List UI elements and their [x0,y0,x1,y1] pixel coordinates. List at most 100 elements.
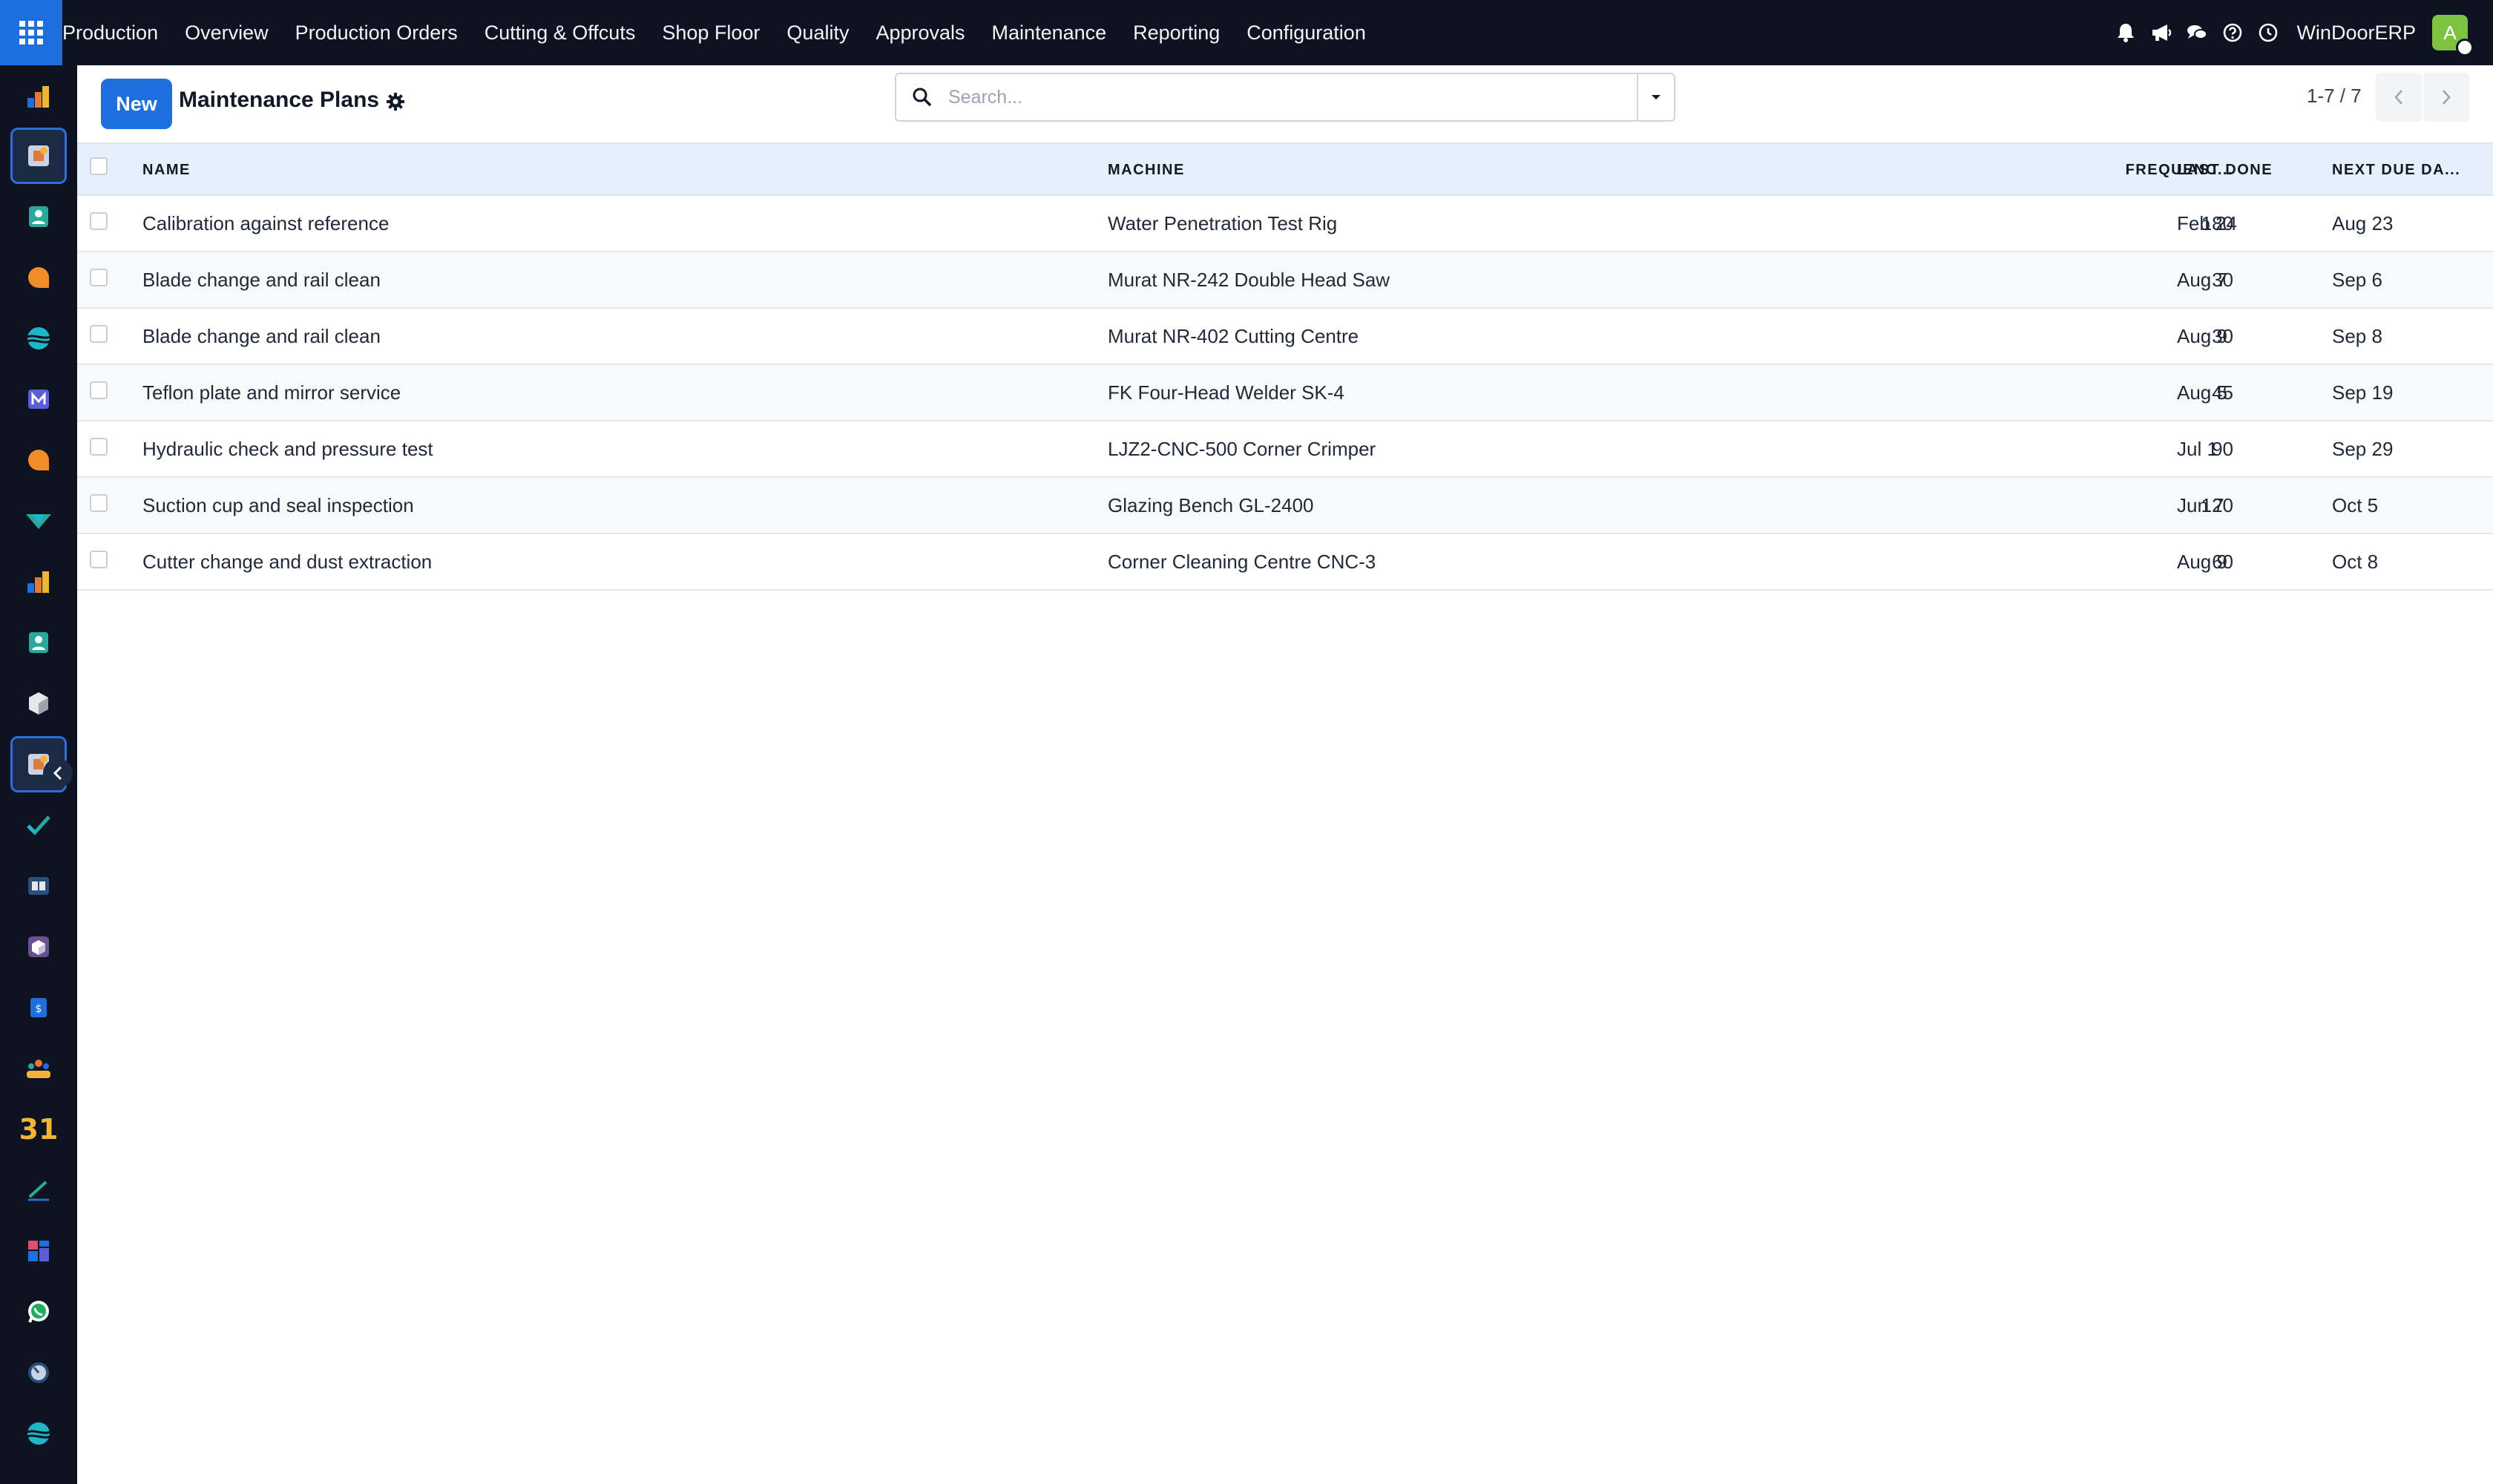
employees-app-icon [29,632,48,653]
knowledge-app-icon [28,877,49,895]
waves-app-icon [27,1422,50,1445]
menu-maintenance[interactable]: Maintenance [979,0,1120,65]
sidebar-app-whatsapp[interactable] [10,1284,67,1340]
cell-machine: LJZ2-CNC-500 Corner Crimper [1108,437,1376,460]
table-row[interactable]: Blade change and rail clean Murat NR-242… [77,252,2493,309]
menu-cutting-offcuts[interactable]: Cutting & Offcuts [471,0,649,65]
search-options-toggle[interactable] [1637,74,1674,120]
menu-approvals[interactable]: Approvals [862,0,978,65]
cell-machine: Murat NR-242 Double Head Saw [1108,268,1390,291]
cell-machine: Murat NR-402 Cutting Centre [1108,324,1359,347]
table-row[interactable]: Suction cup and seal inspection Glazing … [77,478,2493,534]
sidebar-app-tasks[interactable] [10,797,67,853]
caret-down-icon [1652,95,1661,99]
chat-icon[interactable] [2179,0,2215,65]
column-header-next-due-date[interactable]: NEXT DUE DA... [2332,144,2460,196]
search-input[interactable] [948,75,1637,119]
row-checkbox[interactable] [90,325,108,343]
cell-machine: FK Four-Head Welder SK-4 [1108,381,1344,404]
cell-next-due: Sep 29 [2332,437,2394,460]
table-row[interactable]: Hydraulic check and pressure test LJZ2-C… [77,421,2493,478]
menu-configuration[interactable]: Configuration [1233,0,1379,65]
list-table: NAME MACHINE FREQUENC... LAST DONE NEXT … [77,142,2493,591]
sidebar-app-discuss[interactable] [10,249,67,306]
main-menu: Production Overview Production Orders Cu… [62,0,1379,65]
row-checkbox[interactable] [90,551,108,568]
dashboards-app-icon [28,1241,49,1261]
inventory-app-icon [29,692,48,715]
cell-next-due: Oct 8 [2332,550,2379,573]
sidebar-app-calendar[interactable]: 31 [10,1101,67,1158]
cell-next-due: Sep 6 [2332,268,2382,291]
cell-name: Teflon plate and mirror service [142,381,401,404]
new-button[interactable]: New [101,79,172,129]
table-row[interactable]: Blade change and rail clean Murat NR-402… [77,309,2493,365]
cell-last-done: Jun 7 [2177,493,2224,516]
table-row[interactable]: Calibration against reference Water Pene… [77,196,2493,252]
row-checkbox[interactable] [90,438,108,456]
sidebar-app-knowledge[interactable] [10,858,67,914]
bell-icon[interactable] [2108,0,2144,65]
sidebar-app-mail[interactable] [10,371,67,427]
cube-app-icon [28,936,49,957]
table-row[interactable]: Teflon plate and mirror service FK Four-… [77,365,2493,421]
sidebar-app-timer[interactable] [10,1345,67,1401]
sidebar-app-surveys[interactable] [10,310,67,367]
sidebar-app-waves[interactable] [10,1405,67,1462]
user-avatar[interactable]: A [2432,15,2474,56]
sidebar-app-reporting[interactable] [10,554,67,610]
column-header-last-done[interactable]: LAST DONE [2177,144,2273,196]
help-icon[interactable] [2215,0,2250,65]
sidebar-app-inventory[interactable] [10,675,67,732]
menu-reporting[interactable]: Reporting [1120,0,1233,65]
menu-brand-production[interactable]: Production [62,0,171,65]
company-name[interactable]: WinDoorERP [2296,22,2416,45]
sidebar-app-invoicing[interactable]: $ [10,979,67,1036]
menu-quality[interactable]: Quality [773,0,862,65]
cell-last-done: Jul 1 [2177,437,2218,460]
cell-last-done: Aug 9 [2177,550,2227,573]
sidebar-app-discount[interactable] [10,493,67,549]
column-header-machine[interactable]: MACHINE [1108,144,1185,196]
sidebar-app-team[interactable] [10,1040,67,1097]
row-checkbox[interactable] [90,494,108,512]
column-header-name[interactable]: NAME [142,144,191,196]
sidebar-app-sign[interactable] [10,1162,67,1218]
menu-overview[interactable]: Overview [171,0,282,65]
table-row[interactable]: Cutter change and dust extraction Corner… [77,534,2493,591]
menu-shop-floor[interactable]: Shop Floor [648,0,773,65]
page-title: Maintenance Plans [179,88,380,112]
pager-previous-button[interactable] [2376,73,2422,122]
pager-value[interactable]: 1-7 / 7 [2307,85,2362,108]
row-checkbox[interactable] [90,381,108,399]
discuss-app-icon [28,267,49,288]
main-content: New Maintenance Plans 1-7 / 7 NAME MACHI… [77,65,2493,1484]
tasks-app-icon [27,815,50,835]
cell-last-done: Aug 9 [2177,324,2227,347]
clock-icon[interactable] [2250,0,2286,65]
sidebar-collapse-button[interactable] [43,758,73,788]
chevron-left-icon [2394,90,2402,105]
gear-icon[interactable] [384,91,407,113]
pager-next-button[interactable] [2423,73,2469,122]
menu-production-orders[interactable]: Production Orders [282,0,471,65]
row-checkbox[interactable] [90,212,108,230]
cell-next-due: Sep 19 [2332,381,2394,404]
sidebar-app-bar-chart[interactable] [10,68,67,125]
sidebar-app-cube[interactable] [10,919,67,975]
search-icon[interactable] [896,74,948,120]
mail-app-icon [28,390,49,409]
sidebar-app-employees[interactable] [10,614,67,671]
sign-app-icon [28,1181,49,1201]
megaphone-icon[interactable] [2144,0,2179,65]
apps-menu-button[interactable] [0,0,62,65]
sidebar-app-production-active[interactable] [10,128,67,184]
discount-app-icon [26,514,51,529]
sidebar-app-chat[interactable] [10,432,67,488]
sidebar-app-dashboards[interactable] [10,1223,67,1279]
search-bar [895,73,1675,122]
sidebar-app-contacts[interactable] [10,188,67,245]
select-all-checkbox[interactable] [90,157,108,175]
timer-app-icon [28,1362,49,1383]
row-checkbox[interactable] [90,269,108,286]
